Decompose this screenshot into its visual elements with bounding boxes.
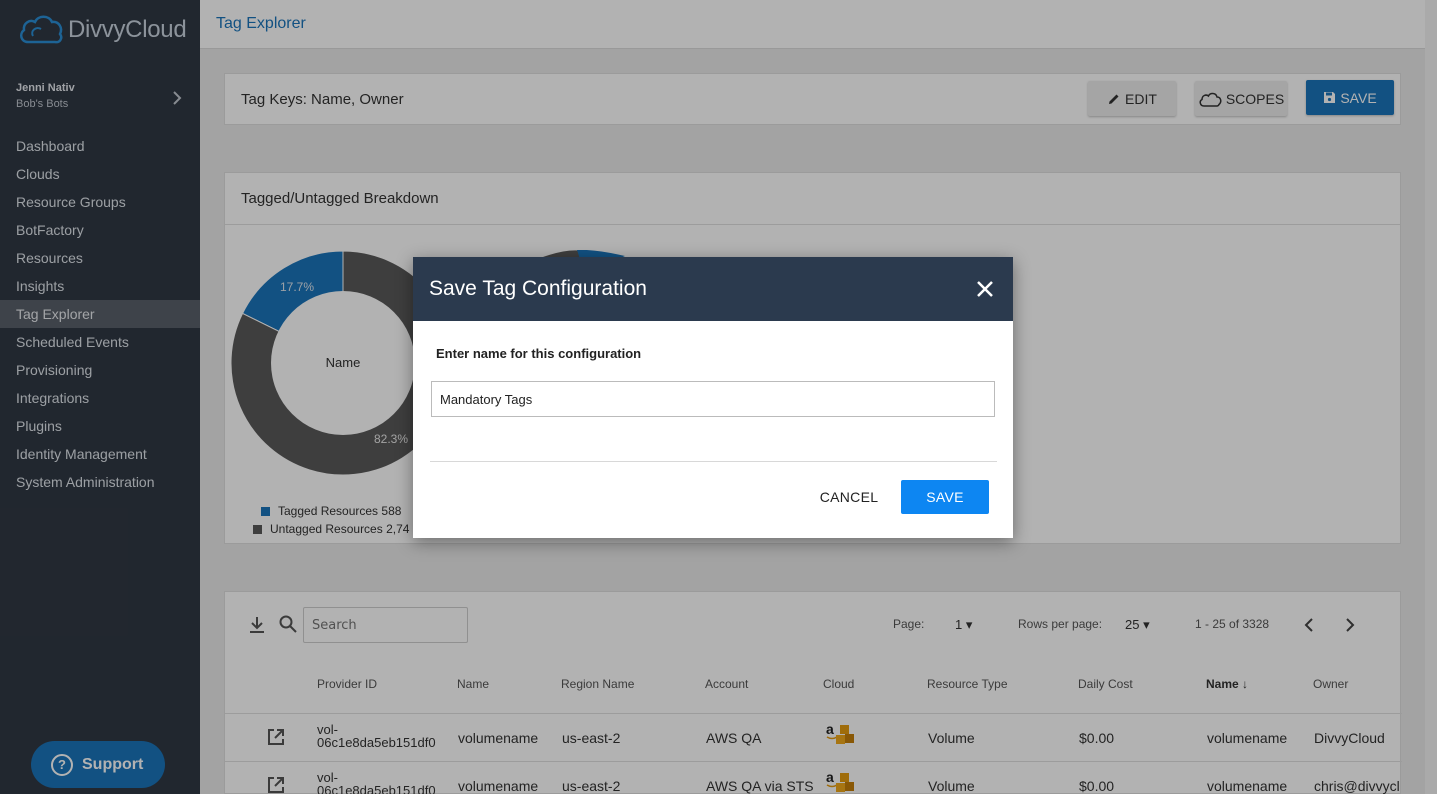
close-icon[interactable]	[975, 279, 995, 299]
save-tag-configuration-dialog: Save Tag Configuration Enter name for th…	[413, 257, 1013, 538]
dialog-title: Save Tag Configuration	[429, 277, 647, 300]
configuration-name-label: Enter name for this configuration	[436, 346, 642, 361]
configuration-name-input[interactable]	[431, 381, 995, 417]
dialog-save-button[interactable]: SAVE	[901, 480, 989, 514]
cancel-button[interactable]: CANCEL	[809, 480, 889, 514]
dialog-header: Save Tag Configuration	[413, 257, 1013, 321]
dialog-divider	[430, 461, 997, 462]
